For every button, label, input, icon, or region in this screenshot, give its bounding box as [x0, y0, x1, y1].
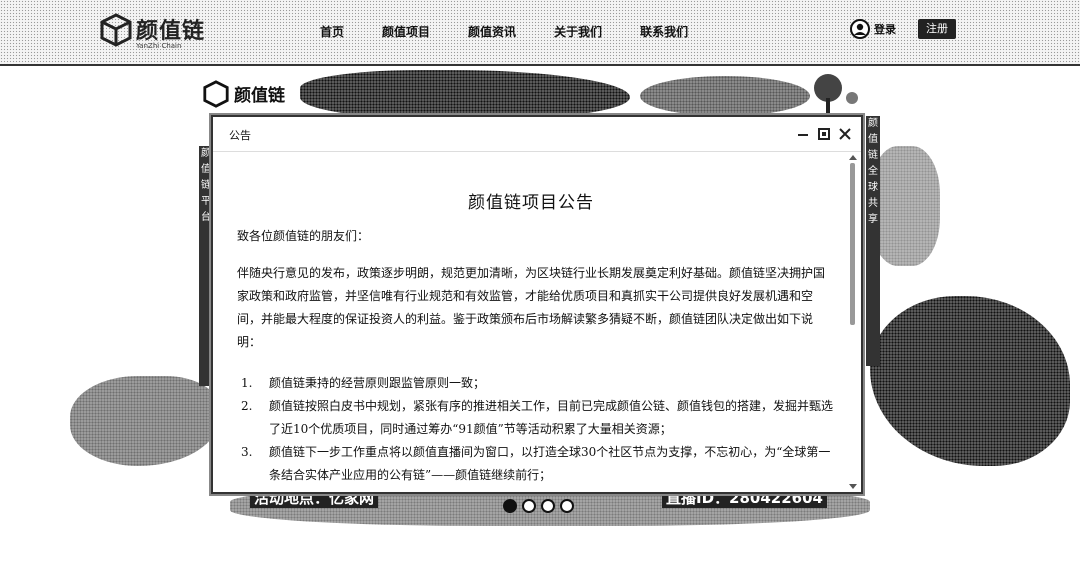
- main-nav: 首页 颜值项目 颜值资讯 关于我们 联系我们: [320, 20, 726, 44]
- banner-decoration: [640, 76, 810, 116]
- announcement-paragraph: 伴随央行意见的发布，政策逐步明朗，规范更加清晰，为区块链行业长期发展奠定利好基础…: [237, 266, 826, 349]
- scroll-thumb[interactable]: [850, 163, 855, 325]
- banner-decoration: [870, 146, 940, 266]
- dialog-content: 颜值链项目公告 致各位颜值链的朋友们： 伴随央行意见的发布，政策逐步明朗，规范更…: [213, 152, 849, 492]
- announcement-list: 1. 颜值链秉持的经营原则跟监管原则一致； 2. 颜值链按照白皮书中规划，紧张有…: [237, 372, 833, 487]
- list-item-text: 颜值链按照白皮书中规划，紧张有序的推进相关工作，目前已完成颜值公链、颜值钱包的搭…: [269, 399, 834, 436]
- banner-decoration: [870, 296, 1070, 466]
- list-item-text: 颜值链秉持的经营原则跟监管原则一致；: [269, 376, 486, 390]
- logo-text: 颜值链: [136, 19, 206, 44]
- right-vertical-text: 颜值链全球共享: [866, 116, 880, 366]
- cube-logo-icon: [203, 80, 229, 108]
- list-item-number: 3.: [241, 445, 253, 459]
- list-item-text: 颜值链下一步工作重点将以颜值直播间为窗口，以打造全球30个社区节点为支撑，不忘初…: [269, 445, 831, 482]
- dialog-titlebar: 公告: [213, 117, 861, 152]
- list-item: 2. 颜值链按照白皮书中规划，紧张有序的推进相关工作，目前已完成颜值公链、颜值钱…: [237, 395, 833, 441]
- banner-decoration: [70, 376, 220, 466]
- list-item: 1. 颜值链秉持的经营原则跟监管原则一致；: [237, 372, 833, 395]
- nav-projects[interactable]: 颜值项目: [382, 20, 430, 44]
- announcement-dialog: 公告 颜值链项目公告 致各位颜值链的朋友们： 伴随央行意见的发布，政策逐步明朗，…: [211, 115, 863, 494]
- tree-icon: [814, 74, 858, 116]
- user-icon: [850, 19, 870, 39]
- carousel-dot-1[interactable]: [503, 499, 517, 513]
- login-link[interactable]: 登录: [874, 21, 896, 37]
- carousel-dot-2[interactable]: [522, 499, 536, 513]
- carousel-dot-4[interactable]: [560, 499, 574, 513]
- minimize-icon[interactable]: [796, 127, 810, 141]
- logo-subtitle: YanZhi Chain: [136, 42, 182, 50]
- dialog-scrollbar[interactable]: [847, 153, 859, 491]
- scroll-down-arrow-icon[interactable]: [849, 484, 857, 489]
- register-button[interactable]: 注册: [918, 19, 956, 39]
- announcement-heading: 颜值链项目公告: [468, 193, 594, 213]
- user-area: 登录 注册: [850, 19, 956, 39]
- list-item: 3. 颜值链下一步工作重点将以颜值直播间为窗口，以打造全球30个社区节点为支撑，…: [237, 441, 833, 487]
- carousel-dot-3[interactable]: [541, 499, 555, 513]
- scroll-up-arrow-icon[interactable]: [849, 155, 857, 160]
- nav-news[interactable]: 颜值资讯: [468, 20, 516, 44]
- nav-contact[interactable]: 联系我们: [640, 20, 688, 44]
- banner-decoration: [300, 70, 630, 120]
- announcement-greeting: 致各位颜值链的朋友们：: [237, 229, 370, 243]
- site-logo[interactable]: 颜值链 YanZhi Chain: [98, 12, 218, 54]
- maximize-icon[interactable]: [817, 127, 831, 141]
- list-item-number: 2.: [241, 399, 253, 413]
- dialog-title: 公告: [229, 129, 251, 142]
- nav-home[interactable]: 首页: [320, 20, 344, 44]
- banner-logo: 颜值链: [202, 78, 312, 112]
- close-icon[interactable]: [838, 127, 852, 141]
- nav-about[interactable]: 关于我们: [554, 20, 602, 44]
- site-header: 颜值链 YanZhi Chain 首页 颜值项目 颜值资讯 关于我们 联系我们 …: [0, 0, 1080, 66]
- banner-logo-text: 颜值链: [234, 86, 285, 106]
- carousel-dots: [503, 499, 579, 513]
- cube-logo-icon: [100, 13, 132, 47]
- list-item-number: 1.: [241, 376, 253, 390]
